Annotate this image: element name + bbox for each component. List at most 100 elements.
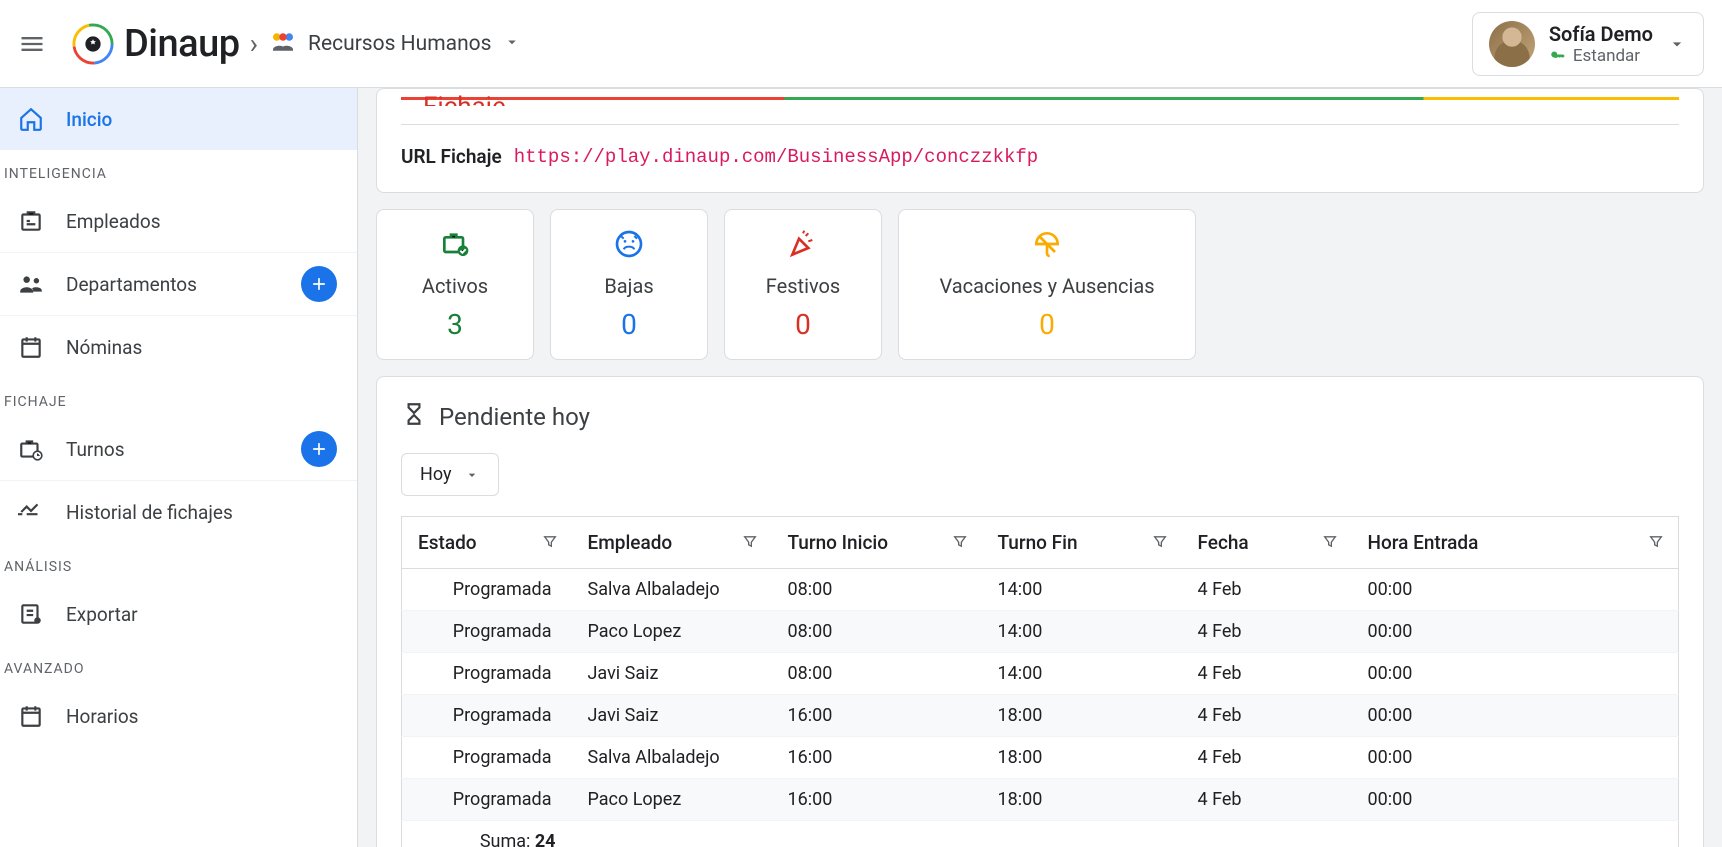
cell-fin: 14:00 [982,569,1182,611]
filter-icon[interactable] [952,531,968,554]
col-hora: Hora Entrada [1368,531,1479,554]
cell-fecha: 4 Feb [1182,737,1352,779]
stat-festivos[interactable]: Festivos 0 [724,209,882,360]
table-row[interactable]: Programada Javi Saiz 08:00 14:00 4 Feb 0… [402,653,1679,695]
badge-icon [18,208,44,234]
chevron-down-icon[interactable] [503,33,521,55]
section-header-avanzado: AVANZADO [0,645,357,685]
module-selector[interactable]: Recursos Humanos [308,32,491,56]
pending-card: Pendiente hoy Hoy Estado Empleado Turno … [376,376,1704,847]
table-row[interactable]: Programada Salva Albaladejo 16:00 18:00 … [402,737,1679,779]
stat-label: Vacaciones y Ausencias [909,274,1185,298]
app-header: Dinaup › Recursos Humanos Sofía Demo Est… [0,0,1722,88]
col-fin: Turno Fin [998,531,1078,554]
brand-logo[interactable]: Dinaup [72,22,240,66]
sidebar-item-exportar[interactable]: Exportar [0,583,357,645]
schedule-icon [18,703,44,729]
main-content: Fichaje URL Fichaje https://play.dinaup.… [358,88,1722,847]
nav-label: Nóminas [66,336,142,359]
cell-inicio: 16:00 [772,695,982,737]
cell-fin: 18:00 [982,695,1182,737]
nav-label: Inicio [66,108,112,131]
stat-bajas[interactable]: Bajas 0 [550,209,708,360]
stats-row: Activos 3 Bajas 0 Festivos 0 Vacaciones … [376,209,1704,360]
user-name: Sofía Demo [1549,22,1653,46]
module-icon [268,27,308,61]
add-departamento-button[interactable] [301,266,337,302]
umbrella-icon [909,228,1185,260]
cell-fin: 18:00 [982,779,1182,821]
cell-empleado: Paco Lopez [572,779,772,821]
fichaje-card: Fichaje URL Fichaje https://play.dinaup.… [376,88,1704,193]
filter-icon[interactable] [542,531,558,554]
stat-value: 3 [387,308,523,341]
filter-label: Hoy [420,464,452,485]
section-header-analisis: ANÁLISIS [0,543,357,583]
stat-label: Bajas [561,274,697,298]
table-row[interactable]: Programada Salva Albaladejo 08:00 14:00 … [402,569,1679,611]
sidebar-item-historial[interactable]: Historial de fichajes [0,480,357,543]
nav-label: Historial de fichajes [66,501,233,524]
nav-label: Horarios [66,705,139,728]
filter-icon[interactable] [1152,531,1168,554]
cell-fin: 14:00 [982,653,1182,695]
menu-toggle[interactable] [18,30,46,58]
cell-empleado: Paco Lopez [572,611,772,653]
avatar [1489,21,1535,67]
chevron-down-icon [464,467,480,483]
sidebar-item-horarios[interactable]: Horarios [0,685,357,747]
cell-empleado: Javi Saiz [572,653,772,695]
chevron-down-icon [1667,34,1687,54]
col-estado: Estado [418,531,477,554]
filter-icon[interactable] [1648,531,1664,554]
cell-estado: Programada [402,611,572,653]
cell-fecha: 4 Feb [1182,779,1352,821]
user-role: Estandar [1573,46,1640,66]
cell-fin: 14:00 [982,611,1182,653]
card-title: Fichaje [401,92,1679,106]
stat-value: 0 [735,308,871,341]
table-row[interactable]: Programada Paco Lopez 08:00 14:00 4 Feb … [402,611,1679,653]
cell-empleado: Javi Saiz [572,695,772,737]
sidebar-item-departamentos[interactable]: Departamentos [0,252,357,315]
filter-icon[interactable] [742,531,758,554]
user-menu[interactable]: Sofía Demo Estandar [1472,12,1704,76]
date-filter-button[interactable]: Hoy [401,453,499,496]
cell-empleado: Salva Albaladejo [572,569,772,611]
briefcase-check-icon [387,228,523,260]
cell-inicio: 08:00 [772,653,982,695]
sidebar-item-inicio[interactable]: Inicio [0,88,357,150]
breadcrumb-separator: › [250,27,258,60]
filter-icon[interactable] [1322,531,1338,554]
col-inicio: Turno Inicio [788,531,889,554]
stat-activos[interactable]: Activos 3 [376,209,534,360]
home-icon [18,106,44,132]
cell-hora: 00:00 [1352,695,1679,737]
section-header-fichaje: FICHAJE [0,378,357,418]
cell-fecha: 4 Feb [1182,653,1352,695]
key-icon [1549,47,1567,65]
sidebar-item-nominas[interactable]: Nóminas [0,315,357,378]
table-row[interactable]: Programada Paco Lopez 16:00 18:00 4 Feb … [402,779,1679,821]
cell-hora: 00:00 [1352,569,1679,611]
pending-table: Estado Empleado Turno Inicio Turno Fin F… [401,516,1679,847]
party-icon [735,228,871,260]
col-empleado: Empleado [588,531,673,554]
url-label: URL Fichaje [401,145,502,168]
stat-value: 0 [561,308,697,341]
nav-label: Exportar [66,603,138,626]
group-icon [18,271,44,297]
cell-hora: 00:00 [1352,611,1679,653]
briefcase-clock-icon [18,436,44,462]
stat-value: 0 [909,308,1185,341]
stat-vacaciones[interactable]: Vacaciones y Ausencias 0 [898,209,1196,360]
sidebar-item-empleados[interactable]: Empleados [0,190,357,252]
brand-text: Dinaup [124,22,240,66]
url-value[interactable]: https://play.dinaup.com/BusinessApp/conc… [514,146,1039,168]
table-row[interactable]: Programada Javi Saiz 16:00 18:00 4 Feb 0… [402,695,1679,737]
sidebar-item-turnos[interactable]: Turnos [0,418,357,480]
stat-label: Activos [387,274,523,298]
cell-hora: 00:00 [1352,779,1679,821]
add-turno-button[interactable] [301,431,337,467]
cell-estado: Programada [402,779,572,821]
